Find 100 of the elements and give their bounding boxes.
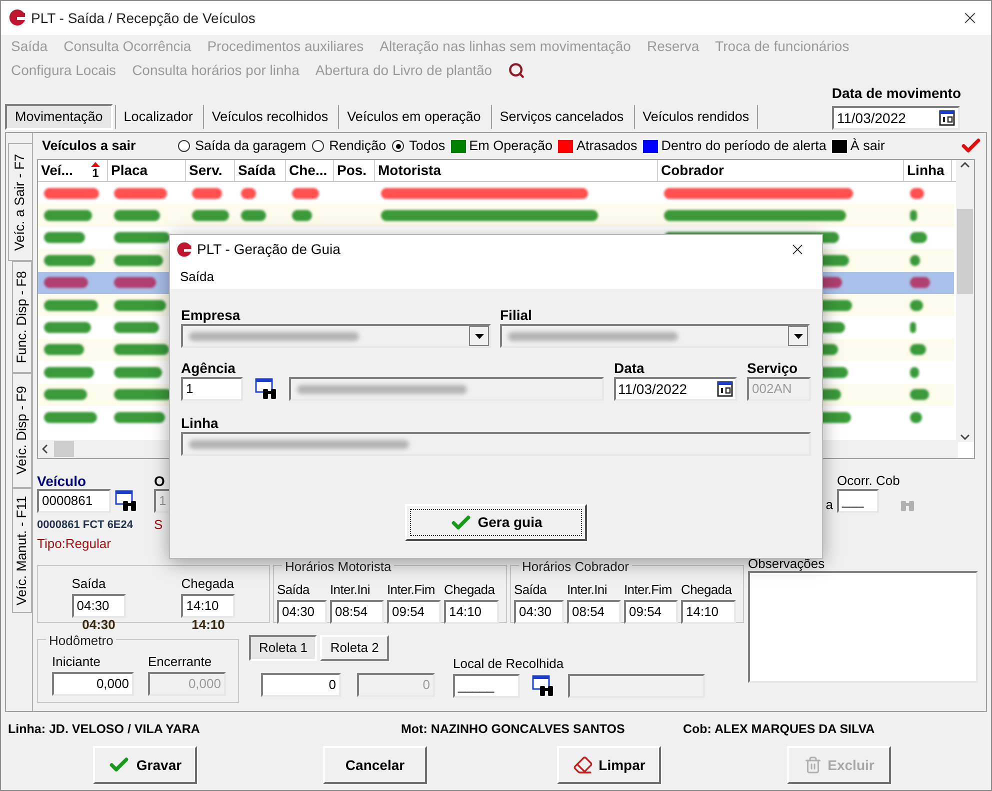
blurred-text (910, 300, 923, 311)
column-header[interactable]: Pos. (334, 160, 375, 181)
field-label: Filial (500, 307, 533, 324)
blurred-text (114, 300, 166, 311)
side-tab[interactable]: Veíc. Manut. - F11 (12, 488, 32, 613)
scroll-thumb[interactable] (54, 441, 74, 457)
legend-label: À sair (850, 136, 885, 155)
text-field[interactable]: 14:10 (681, 600, 736, 624)
side-tab[interactable]: Veíc. a Sair - F7 (8, 143, 32, 261)
column-header[interactable]: Linha (904, 160, 952, 181)
turnstile-tab[interactable]: Roleta 2 (320, 635, 389, 661)
logo-icon (175, 240, 193, 258)
tab[interactable]: Veículos rendidos (634, 104, 758, 130)
summary-text: Cob: ALEX MARQUES DA SILVA (683, 720, 876, 738)
text-field[interactable] (568, 674, 705, 698)
blurred-text (114, 412, 165, 423)
trash-icon (804, 756, 822, 774)
summary-text: Mot: NAZINHO GONCALVES SANTOS (401, 720, 626, 738)
text-field[interactable]: 1 (181, 377, 243, 401)
column-header[interactable]: Placa (108, 160, 186, 181)
text-field[interactable]: _____ (453, 674, 520, 698)
date-field[interactable]: 11/03/2022 (614, 377, 737, 401)
text-field[interactable] (289, 377, 604, 401)
binoculars-icon[interactable] (255, 378, 279, 400)
date-field[interactable]: 11/03/2022 (832, 106, 960, 130)
column-header[interactable]: Saída (235, 160, 286, 181)
scroll-thumb[interactable] (957, 208, 973, 294)
blurred-text (114, 254, 163, 266)
blurred-text (114, 277, 156, 288)
text-field[interactable]: 04:30 (277, 600, 327, 624)
column-header[interactable]: Veí... 1 (38, 160, 108, 181)
tab[interactable]: Movimentação (5, 104, 113, 130)
dropdown[interactable] (181, 324, 491, 348)
dropdown[interactable] (500, 324, 810, 348)
text-field[interactable]: ___ (837, 489, 879, 513)
eraser-icon (572, 755, 593, 775)
field-label: Chegada (181, 575, 234, 593)
table-row[interactable] (38, 204, 954, 227)
blurred-text (114, 232, 170, 244)
field-label: Inter.Fim (387, 581, 436, 599)
field-label: Data (614, 360, 646, 377)
sort-index: 1 (92, 167, 99, 179)
blurred-text (114, 322, 159, 334)
blurred-text (192, 210, 229, 222)
blurred-text (114, 210, 160, 222)
blurred-text (910, 210, 917, 222)
radio-option[interactable]: Todos (392, 136, 446, 156)
search-icon[interactable] (508, 62, 526, 78)
binoculars-icon[interactable] (115, 490, 139, 512)
scroll-up-icon[interactable] (960, 162, 970, 168)
tab[interactable]: Serviços cancelados (492, 104, 632, 130)
column-header[interactable]: Che... (286, 160, 334, 181)
generate-button[interactable]: Gera guia (405, 504, 587, 541)
action-button[interactable]: Gravar (93, 746, 197, 784)
radio-option[interactable]: Saída da garagem (178, 136, 306, 156)
vertical-scrollbar[interactable] (956, 160, 974, 442)
blurred-text (114, 344, 169, 356)
binoculars-icon[interactable] (532, 674, 556, 696)
blurred-text (910, 232, 927, 244)
text-field[interactable]: 14:10 (181, 594, 236, 618)
tab[interactable]: Localizador (116, 104, 201, 130)
column-header[interactable]: Motorista (375, 160, 658, 181)
field-label: Inter.Ini (567, 581, 608, 599)
side-tab[interactable]: Veíc. Disp - F9 (12, 373, 32, 488)
field-label: Chegada (681, 581, 733, 599)
date-label: Data de movimento (832, 84, 961, 103)
action-button[interactable]: Cancelar (323, 746, 427, 784)
field-label: Chegada (444, 581, 496, 599)
turnstile-tab[interactable]: Roleta 1 (249, 635, 318, 661)
menu-item[interactable]: Saída (180, 266, 214, 286)
column-header[interactable]: Serv. (186, 160, 235, 181)
radio-option[interactable]: Rendição (312, 136, 386, 156)
text-field[interactable] (181, 432, 811, 456)
logo-icon (7, 8, 27, 28)
text-field[interactable]: 08:54 (567, 600, 621, 624)
tab[interactable]: Veículos recolhidos (204, 104, 336, 130)
field-label: Linha (181, 415, 218, 432)
text-field[interactable]: 0,000 (52, 672, 134, 696)
notes-field[interactable] (748, 571, 978, 683)
column-header[interactable]: Cobrador (658, 160, 904, 181)
action-button[interactable]: Limpar (557, 746, 661, 784)
dialog-title: PLT - Geração de Guia (197, 240, 340, 259)
text-field[interactable]: 0 (261, 673, 341, 697)
calendar-icon[interactable] (938, 110, 955, 126)
field-label: Serviço (747, 360, 799, 377)
text-field[interactable]: 09:54 (387, 600, 441, 624)
text-field[interactable]: 0000861 (37, 489, 111, 513)
blurred-text (910, 366, 919, 378)
text-field[interactable]: 14:10 (444, 600, 499, 624)
tab[interactable]: Veículos em operação (339, 104, 489, 130)
text-field[interactable]: 08:54 (330, 600, 384, 624)
text-field[interactable]: 09:54 (624, 600, 678, 624)
vehicle-plate: 0000861 FCT 6E24 (37, 518, 134, 533)
blurred-text (910, 277, 930, 288)
text-field[interactable]: 04:30 (72, 594, 126, 618)
scroll-left-icon[interactable] (42, 444, 48, 454)
text-field[interactable]: 04:30 (514, 600, 564, 624)
side-tab[interactable]: Func. Disp - F8 (12, 261, 32, 373)
scroll-down-icon[interactable] (960, 434, 970, 440)
calendar-icon[interactable] (717, 381, 733, 397)
